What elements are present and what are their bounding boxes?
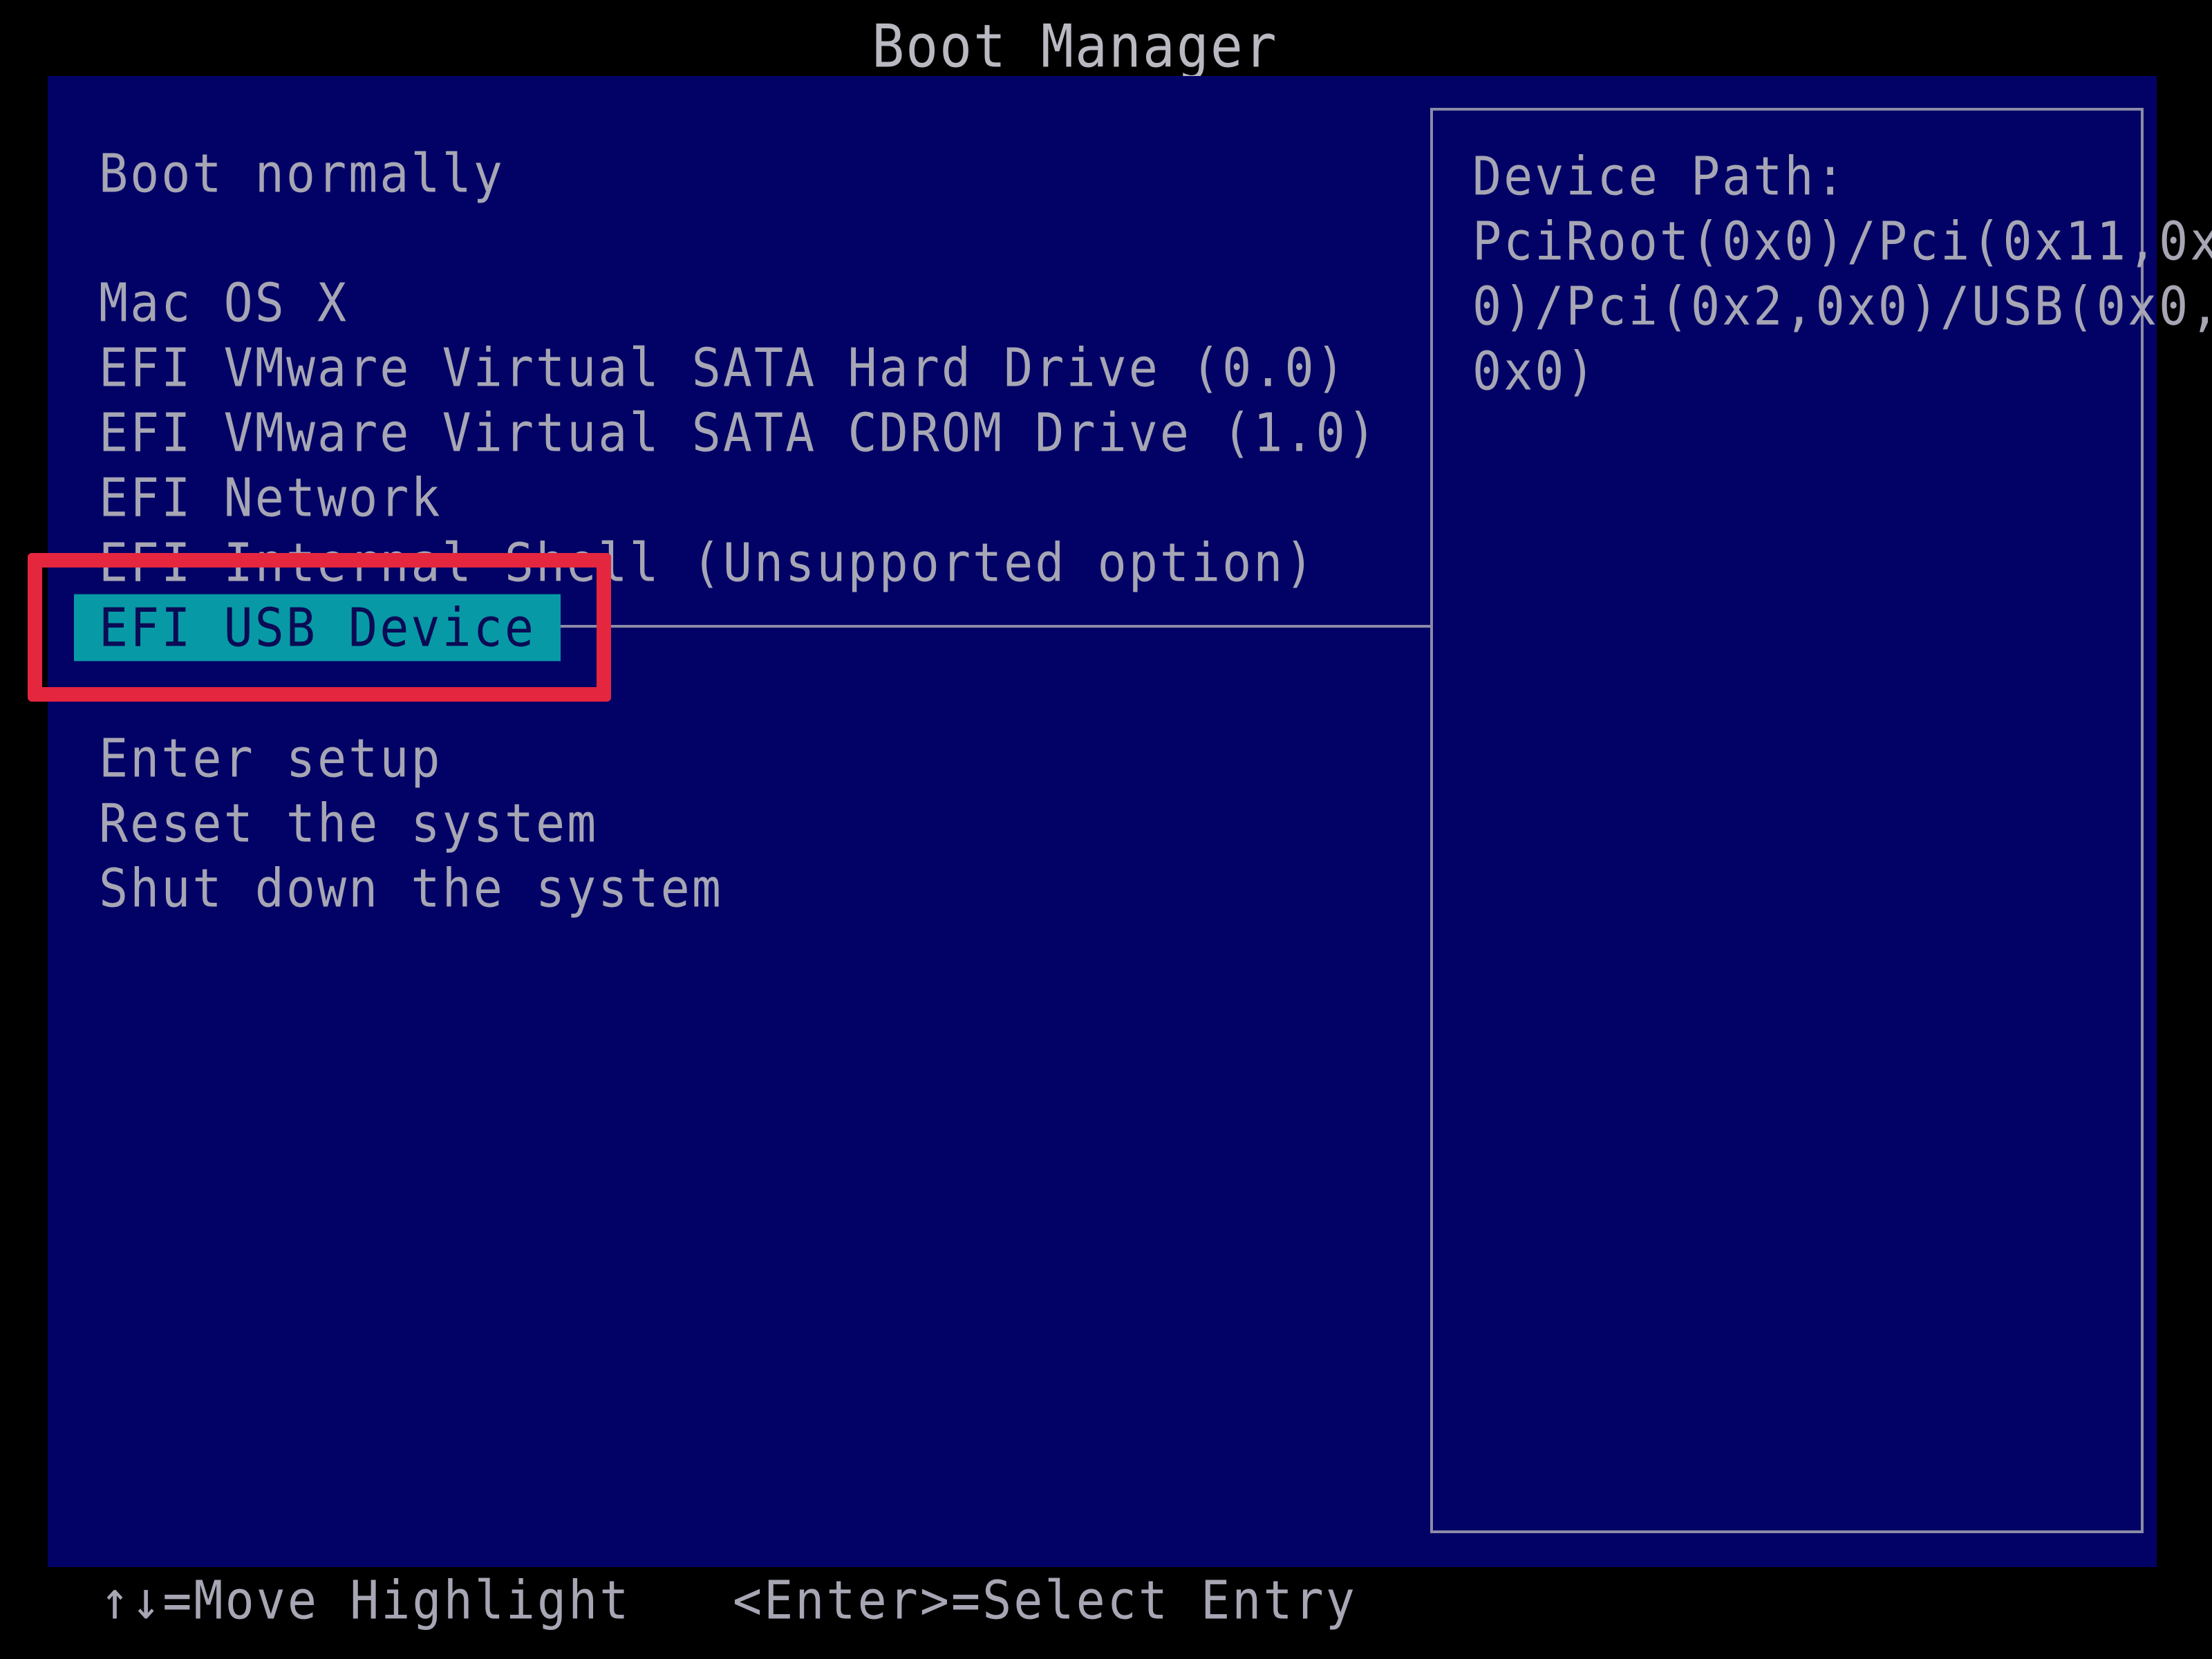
menu-item-enter-setup[interactable]: Enter setup — [99, 722, 442, 794]
device-path-label: Device Path: — [1472, 144, 1847, 208]
menu-item-sata-hard-drive[interactable]: EFI VMware Virtual SATA Hard Drive (0.0) — [99, 332, 1347, 403]
menu-item-reset-system[interactable]: Reset the system — [99, 787, 598, 859]
device-path-line: PciRoot(0x0)/Pci(0x11,0x — [1472, 209, 2212, 273]
menu-item-boot-normally[interactable]: Boot normally — [99, 138, 505, 209]
menu-item-sata-cdrom-drive[interactable]: EFI VMware Virtual SATA CDROM Drive (1.0… — [99, 397, 1378, 468]
selection-highlight-box — [28, 553, 611, 702]
device-path-line: 0x0) — [1472, 339, 1597, 403]
select-entry-hint: <Enter>=Select Entry — [733, 1568, 1357, 1632]
page-title: Boot Manager — [872, 12, 1278, 82]
device-info-box: Device Path: PciRoot(0x0)/Pci(0x11,0x 0)… — [1430, 108, 2212, 1533]
divider-line — [491, 625, 1431, 628]
device-path-line: 0)/Pci(0x2,0x0)/USB(0x0, — [1472, 274, 2212, 338]
menu-item-mac-os-x[interactable]: Mac OS X — [99, 267, 348, 338]
menu-item-shut-down-system[interactable]: Shut down the system — [99, 852, 723, 924]
menu-item-efi-network[interactable]: EFI Network — [99, 462, 442, 533]
move-highlight-hint: ↑↓=Move Highlight — [100, 1568, 631, 1632]
